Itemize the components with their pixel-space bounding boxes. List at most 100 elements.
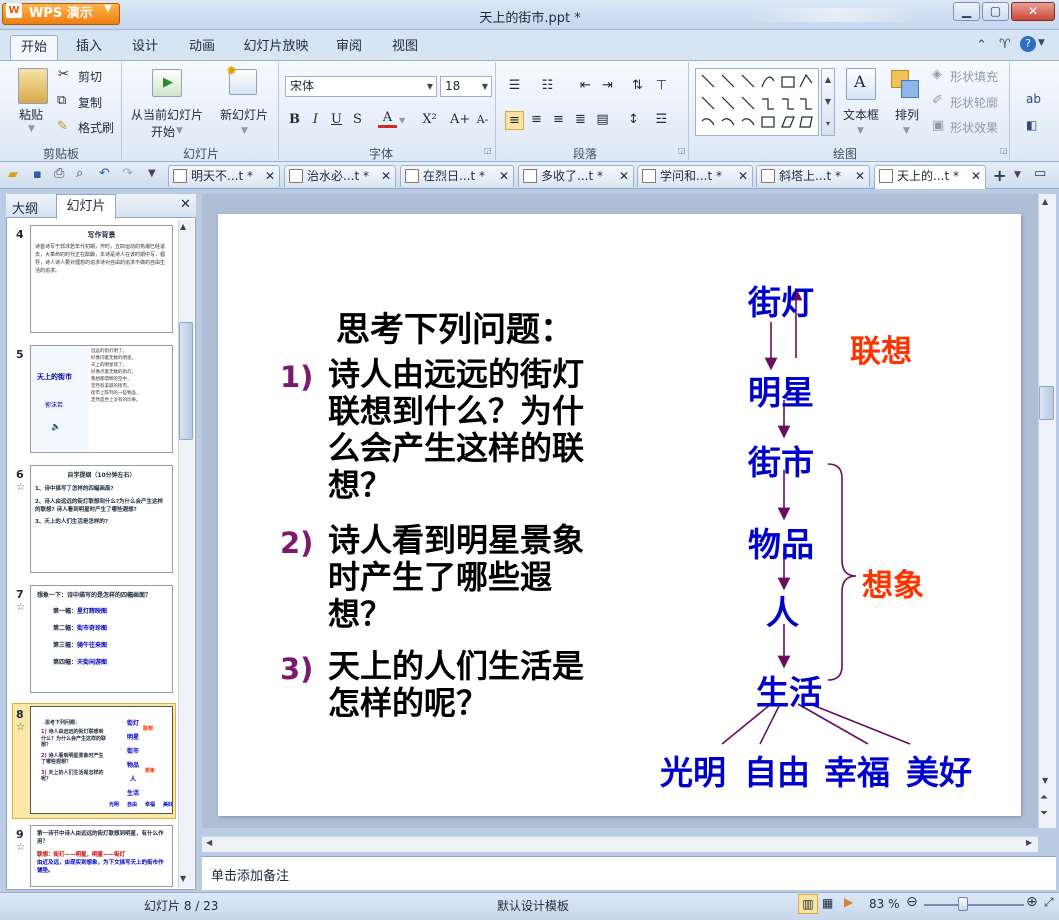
slide-thumbnail-6[interactable]: 自学提纲（10分钟左右） 1、诗中描写了怎样的四幅画面? 2、诗人由远远的街灯联…: [30, 465, 173, 573]
tab-insert[interactable]: 插入: [66, 35, 112, 60]
font-size-select[interactable]: 18 ▼: [440, 76, 492, 97]
align-left-icon[interactable]: ≡: [505, 111, 524, 130]
chevron-down-icon[interactable]: ▼: [399, 116, 405, 125]
open-folder-icon[interactable]: ▰: [8, 167, 18, 182]
decrease-indent-icon[interactable]: ⇤: [576, 77, 595, 96]
quick-access-dropdown-icon[interactable]: ▼: [148, 168, 156, 179]
numbering-icon[interactable]: ☷: [538, 77, 557, 96]
print-icon[interactable]: ⎙: [54, 166, 64, 181]
doc-tab-active[interactable]: 天上的...t * ✕: [874, 165, 986, 189]
maximize-button[interactable]: ▢: [982, 2, 1009, 21]
slide-scroll-thumb[interactable]: [1039, 386, 1054, 420]
increase-indent-icon[interactable]: ⇥: [598, 77, 617, 96]
textbox-icon[interactable]: A: [846, 68, 876, 100]
line-spacing-icon[interactable]: ↕: [624, 111, 643, 130]
scroll-down-icon[interactable]: ▼: [180, 874, 186, 883]
close-icon[interactable]: ✕: [499, 166, 509, 186]
new-slide-button[interactable]: 新幻灯片: [220, 106, 268, 123]
help-skin-icon[interactable]: ♈: [999, 37, 1011, 52]
play-from-current-icon[interactable]: ▶: [152, 69, 182, 97]
scroll-up-icon[interactable]: ▲: [180, 222, 186, 231]
zoom-out-icon[interactable]: ⊖: [906, 894, 918, 910]
tab-list-icon[interactable]: ▼: [1014, 170, 1021, 180]
shapes-gallery[interactable]: [695, 68, 819, 136]
arrange-button[interactable]: 排列: [895, 106, 919, 123]
help-icon[interactable]: ?: [1020, 36, 1036, 52]
previous-slide-icon[interactable]: ⏶: [1040, 792, 1048, 803]
dialog-launcher-icon[interactable]: ◲: [1000, 146, 1008, 155]
shadow-button[interactable]: S: [348, 111, 367, 130]
columns-icon[interactable]: ☲: [652, 111, 671, 130]
slide-thumbnail-4[interactable]: 写作背景 诗首诗写于郭沫若年代初期，作时，五四运动的热潮已经退去，大革命的时代正…: [30, 225, 173, 333]
doc-tab[interactable]: 多收了...t * ✕: [518, 165, 634, 187]
tab-design[interactable]: 设计: [122, 35, 168, 60]
panel-scroll-thumb[interactable]: [179, 322, 193, 440]
doc-tab[interactable]: 明天不...t * ✕: [168, 165, 280, 187]
superscript-button[interactable]: X²: [420, 111, 439, 130]
cut-button[interactable]: 剪切: [78, 68, 102, 85]
tab-slides[interactable]: 幻灯片: [56, 194, 116, 219]
normal-view-icon[interactable]: ▥: [798, 894, 818, 914]
new-tab-icon[interactable]: +: [993, 166, 1006, 185]
tab-home[interactable]: 开始: [10, 35, 58, 60]
slideshow-icon[interactable]: ▶: [844, 895, 853, 909]
align-text-icon[interactable]: ⊤: [652, 77, 671, 96]
slide-thumbnail-5[interactable]: 天上的街市 郭沫若 🔈 远远的街灯明了， 好像闪着无数的明星。 天上的明星现了，…: [30, 345, 173, 453]
redo-icon[interactable]: ↷: [122, 166, 133, 181]
tab-review[interactable]: 审阅: [326, 35, 372, 60]
minimize-button[interactable]: ▁: [953, 2, 980, 21]
zoom-in-icon[interactable]: ⊕: [1026, 894, 1038, 910]
font-name-select[interactable]: 宋体 ▼: [285, 76, 437, 97]
justify-icon[interactable]: ≣: [571, 111, 590, 130]
doc-tab[interactable]: 治水必...t * ✕: [284, 165, 396, 187]
doc-tab[interactable]: 斜塔上...t * ✕: [756, 165, 870, 187]
italic-button[interactable]: I: [306, 111, 325, 130]
close-icon[interactable]: ✕: [619, 166, 629, 186]
text-tools-icon[interactable]: ab: [1026, 92, 1041, 106]
from-current-slide-button[interactable]: 从当前幻灯片: [131, 106, 203, 123]
slide-thumbnail-9[interactable]: 第一诗节中诗人由远远的街灯联想到明星，有什么作用？ 联想：街灯——明星，明星——…: [30, 825, 173, 887]
tab-view[interactable]: 视图: [382, 35, 428, 60]
chevron-down-icon[interactable]: ▼: [903, 126, 910, 136]
help-dropdown-icon[interactable]: ▼: [1038, 38, 1045, 48]
dialog-launcher-icon[interactable]: ◲: [678, 146, 686, 155]
close-window-button[interactable]: ✕: [1011, 2, 1055, 21]
format-painter-button[interactable]: 格式刷: [78, 119, 114, 136]
distribute-icon[interactable]: ▤: [593, 111, 612, 130]
close-icon[interactable]: ✕: [971, 166, 981, 186]
slide-sorter-icon[interactable]: ▦: [822, 896, 833, 910]
print-preview-icon[interactable]: ⌕: [76, 166, 83, 181]
chevron-down-icon[interactable]: ▼: [857, 126, 864, 136]
shape-outline-button[interactable]: 形状轮廓: [950, 94, 998, 111]
close-icon[interactable]: ✕: [855, 166, 865, 186]
zoom-slider-track[interactable]: [924, 904, 1024, 906]
new-slide-icon[interactable]: ✸: [226, 64, 257, 95]
doc-tab[interactable]: 学问和...t * ✕: [637, 165, 753, 187]
paste-icon[interactable]: [18, 68, 48, 104]
window-layout-icon[interactable]: ▭: [1034, 166, 1046, 181]
dialog-launcher-icon[interactable]: ◲: [484, 146, 492, 155]
tab-animation[interactable]: 动画: [178, 35, 226, 60]
copy-button[interactable]: 复制: [78, 94, 102, 111]
paste-dropdown-icon[interactable]: ▼: [28, 124, 35, 134]
panel-scrollbar[interactable]: [178, 220, 194, 888]
from-current-start-label[interactable]: 开始: [151, 123, 175, 140]
slide-thumbnail-8[interactable]: 思考下列问题： 1) 诗人由远远的街灯联想到什么？为什么会产生这样的联想？ 2)…: [30, 706, 173, 814]
fit-window-icon[interactable]: ⤢: [1044, 895, 1054, 910]
align-right-icon[interactable]: ≡: [549, 111, 568, 130]
close-icon[interactable]: ✕: [265, 166, 275, 186]
textbox-button[interactable]: 文本框: [843, 106, 879, 123]
zoom-level[interactable]: 83 %: [869, 897, 900, 911]
more-tools-icon[interactable]: ◧: [1026, 118, 1037, 132]
scroll-down-icon[interactable]: ▼: [1042, 776, 1048, 785]
horizontal-scrollbar[interactable]: [202, 836, 1038, 852]
next-slide-icon[interactable]: ⏷: [1040, 808, 1048, 819]
scroll-left-icon[interactable]: ◀: [206, 838, 212, 847]
align-center-icon[interactable]: ≡: [527, 111, 546, 130]
scroll-right-icon[interactable]: ▶: [1026, 838, 1032, 847]
zoom-slider-handle[interactable]: [958, 897, 968, 911]
notes-pane[interactable]: 单击添加备注: [202, 856, 1056, 890]
close-icon[interactable]: ✕: [738, 166, 748, 186]
arrange-icon[interactable]: [891, 70, 921, 100]
close-panel-icon[interactable]: ✕: [180, 197, 191, 212]
